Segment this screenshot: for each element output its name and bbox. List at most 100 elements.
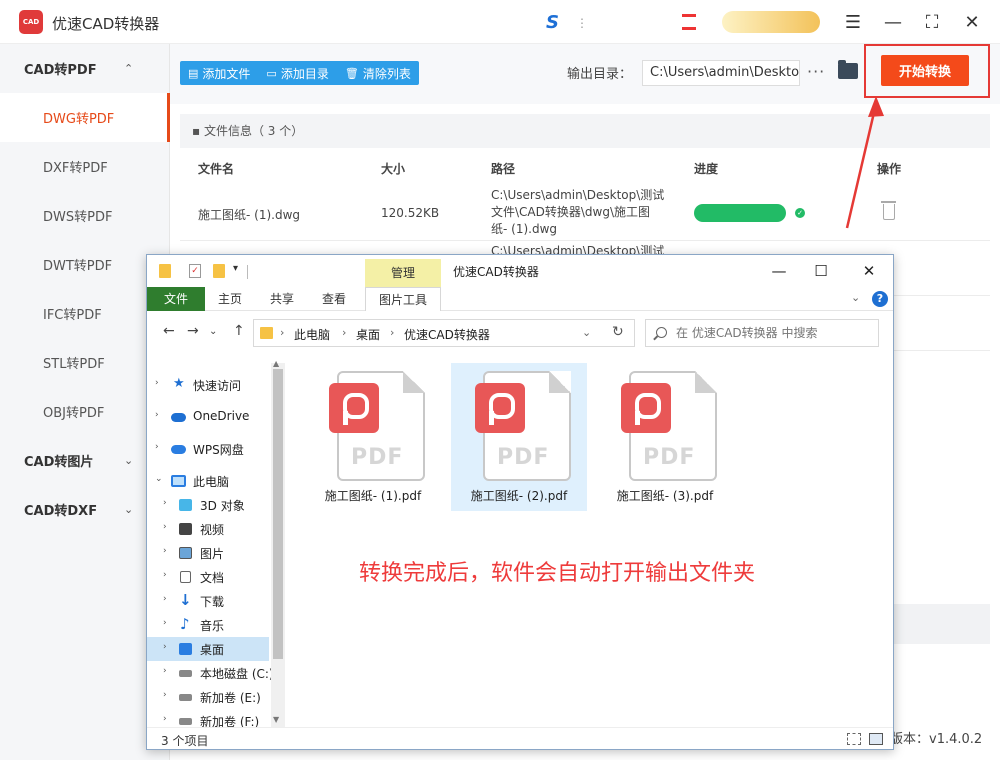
nav-item-drive-e[interactable]: › 新加卷 (E:) <box>147 685 269 709</box>
nav-item-music[interactable]: › ♪ 音乐 <box>147 613 269 637</box>
nav-label: 此电脑 <box>193 475 230 489</box>
maximize-icon[interactable]: ☐ <box>809 259 833 283</box>
annotation-note: 转换完成后，软件会自动打开输出文件夹 <box>359 561 756 586</box>
address-bar-row: ← → ⌄ ↑ › 此电脑 › 桌面 › 优速CAD转换器 ⌄ ↻ <box>147 311 893 355</box>
col-progress: 进度 <box>694 162 719 176</box>
vip-pill-button[interactable] <box>722 11 820 33</box>
tab-share[interactable]: 共享 <box>261 287 303 311</box>
manage-tab[interactable]: 管理 <box>365 259 441 287</box>
delete-icon[interactable] <box>881 201 896 220</box>
nav-item-video[interactable]: › 视频 <box>147 517 269 541</box>
add-file-button[interactable]: ▤ 添加文件 <box>180 61 258 85</box>
breadcrumb-desktop[interactable]: 桌面 <box>356 326 380 343</box>
tab-file[interactable]: 文件 <box>147 287 205 311</box>
search-input[interactable] <box>676 320 876 346</box>
chevron-right-icon: › <box>163 570 167 580</box>
search-box[interactable] <box>645 319 879 347</box>
nav-label: WPS网盘 <box>193 443 244 457</box>
recent-dropdown-icon[interactable]: ⌄ <box>209 326 217 337</box>
properties-icon[interactable]: ✓ <box>189 264 201 278</box>
table-row[interactable]: 施工图纸- (1).dwg 120.52KB C:\Users\admin\De… <box>180 186 990 241</box>
nav-item-wps[interactable]: › WPS网盘 <box>147 437 269 461</box>
scroll-up-icon[interactable]: ▲ <box>273 359 279 368</box>
help-icon[interactable]: ? <box>872 291 888 307</box>
add-dir-label: 添加目录 <box>280 66 329 81</box>
minimize-icon[interactable]: — <box>880 9 906 35</box>
refresh-icon[interactable]: ↻ <box>612 324 624 340</box>
close-icon[interactable]: ✕ <box>857 259 881 283</box>
navigation-pane: › ★ 快速访问 › OneDrive › WPS网盘 ⌄ 此电脑 › 3D 对… <box>147 363 287 729</box>
chevron-down-icon: ⌄ <box>124 454 134 467</box>
tab-home[interactable]: 主页 <box>209 287 251 311</box>
address-box[interactable]: › 此电脑 › 桌面 › 优速CAD转换器 ⌄ ↻ <box>253 319 635 347</box>
status-bar: 3 个项目 <box>147 727 893 749</box>
folder-small-icon: ▪ <box>192 124 201 138</box>
open-folder-icon[interactable] <box>838 60 858 79</box>
sidebar-item-obj-pdf[interactable]: OBJ转PDF <box>0 387 169 436</box>
forward-icon[interactable]: → <box>187 323 199 339</box>
sidebar-item-dwt-pdf[interactable]: DWT转PDF <box>0 240 169 289</box>
nav-item-onedrive[interactable]: › OneDrive <box>147 405 269 429</box>
file-tile[interactable]: PDF 施工图纸- (2).pdf <box>451 363 587 511</box>
details-view-icon[interactable] <box>847 733 861 745</box>
nav-scrollbar[interactable]: ▲ ▼ <box>271 359 285 727</box>
close-icon[interactable]: ✕ <box>959 9 985 35</box>
up-icon[interactable]: ↑ <box>233 323 245 339</box>
version-label: 版本：v1.4.0.2 <box>890 732 983 747</box>
nav-item-desktop[interactable]: › 桌面 <box>147 637 269 661</box>
sidebar-category-cad-dxf[interactable]: CAD转DXF ⌄ <box>0 485 169 534</box>
sidebar-item-stl-pdf[interactable]: STL转PDF <box>0 338 169 387</box>
chevron-right-icon: › <box>163 690 167 700</box>
clear-list-button[interactable]: 🗑 清除列表 <box>337 61 419 85</box>
file-tile[interactable]: PDF 施工图纸- (1).pdf <box>305 363 441 511</box>
file-tile-label: 施工图纸- (1).pdf <box>324 489 422 503</box>
chevron-down-icon: ⌄ <box>155 474 163 484</box>
promo-s-icon[interactable]: S <box>546 12 559 33</box>
nav-item-quick-access[interactable]: › ★ 快速访问 <box>147 373 269 397</box>
promo-mark-icon[interactable]: ⋮ <box>576 16 588 30</box>
pdf-file-icon: PDF <box>621 371 717 481</box>
start-convert-button[interactable]: 开始转换 <box>881 55 969 86</box>
sidebar-item-dws-pdf[interactable]: DWS转PDF <box>0 191 169 240</box>
sidebar-item-dxf-pdf[interactable]: DXF转PDF <box>0 142 169 191</box>
add-dir-button[interactable]: ▭ 添加目录 <box>258 61 336 85</box>
tab-picture-tools[interactable]: 图片工具 <box>365 287 441 311</box>
menu-dash-icon[interactable] <box>682 14 696 30</box>
nav-item-downloads[interactable]: › ↓ 下载 <box>147 589 269 613</box>
nav-item-3d[interactable]: › 3D 对象 <box>147 493 269 517</box>
output-dir-field[interactable]: C:\Users\admin\Deskto <box>642 60 800 86</box>
sidebar-category-cad-pdf[interactable]: CAD转PDF ⌃ <box>0 44 169 93</box>
sidebar-item-ifc-pdf[interactable]: IFC转PDF <box>0 289 169 338</box>
nav-item-pictures[interactable]: › 图片 <box>147 541 269 565</box>
chevron-right-icon: › <box>163 546 167 556</box>
tab-view[interactable]: 查看 <box>313 287 355 311</box>
pdf-file-icon: PDF <box>475 371 571 481</box>
breadcrumb-current[interactable]: 优速CAD转换器 <box>404 326 490 343</box>
nav-item-drive-c[interactable]: › 本地磁盘 (C:) <box>147 661 274 685</box>
sidebar-category-cad-image[interactable]: CAD转图片 ⌄ <box>0 436 169 485</box>
more-options-icon[interactable]: ··· <box>807 62 825 81</box>
address-dropdown-icon[interactable]: ⌄ <box>582 326 591 339</box>
category-label: CAD转图片 <box>24 455 94 470</box>
quick-access-dropdown-icon[interactable]: ▾ <box>233 263 238 274</box>
maximize-icon[interactable]: ⛶ <box>919 9 945 35</box>
nav-item-documents[interactable]: › 文档 <box>147 565 269 589</box>
back-icon[interactable]: ← <box>163 323 175 339</box>
folder-icon[interactable] <box>159 264 171 278</box>
scroll-down-icon[interactable]: ▼ <box>273 715 279 724</box>
large-icons-view-icon[interactable] <box>869 733 883 745</box>
breadcrumb-computer[interactable]: 此电脑 <box>294 326 330 343</box>
ribbon-expand-icon[interactable]: ⌄ <box>851 291 860 304</box>
new-folder-icon[interactable] <box>213 264 225 278</box>
nav-item-this-pc[interactable]: ⌄ 此电脑 <box>147 469 269 493</box>
title-bar: CAD 优速CAD转换器 S ⋮ ☰ — ⛶ ✕ <box>0 0 1000 44</box>
sidebar-item-dwg-pdf[interactable]: DWG转PDF <box>0 93 170 142</box>
scroll-thumb[interactable] <box>273 369 283 659</box>
nav-label: 下载 <box>200 595 225 609</box>
nav-label: 3D 对象 <box>200 499 245 513</box>
minimize-icon[interactable]: — <box>767 259 791 283</box>
file-tile[interactable]: PDF 施工图纸- (3).pdf <box>597 363 733 511</box>
chevron-right-icon: › <box>163 618 167 628</box>
file-path: C:\Users\admin\Desktop\测试 文件\CAD转换器\dwg\… <box>491 188 665 236</box>
menu-icon[interactable]: ☰ <box>840 9 866 35</box>
